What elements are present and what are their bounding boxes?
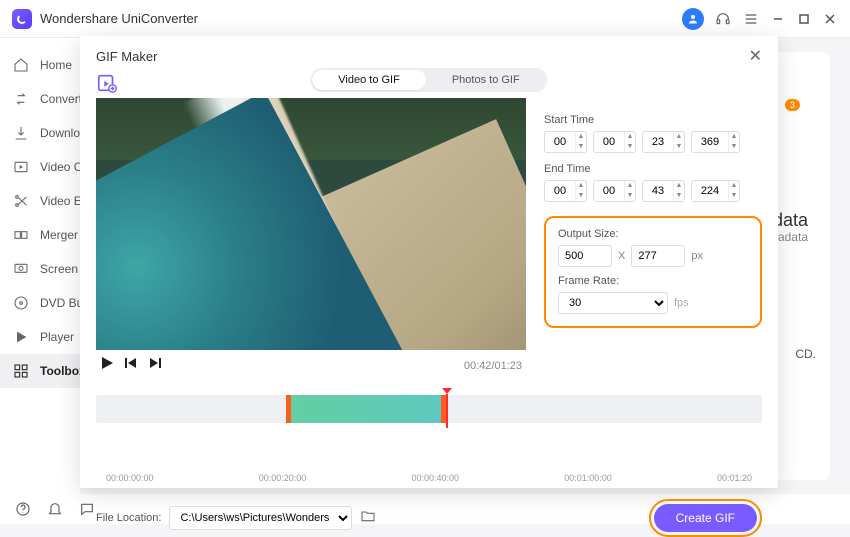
start-minutes-input[interactable]: ▲▼ [593, 131, 636, 153]
sidebar-item-label: Video Compressor [40, 160, 80, 174]
sidebar-item-label: Merger [40, 228, 78, 242]
timeline[interactable] [96, 389, 762, 429]
prev-frame-button[interactable] [124, 356, 138, 375]
next-frame-button[interactable] [148, 356, 162, 375]
modal-close-button[interactable]: ✕ [749, 46, 762, 66]
play-icon [12, 328, 30, 346]
toolbox-icon [12, 362, 30, 380]
end-hours-input[interactable]: ▲▼ [544, 180, 587, 202]
sidebar-item-label: Screen Recorder [40, 262, 80, 276]
sidebar-item-label: Video Editor [40, 194, 80, 208]
output-width-input[interactable] [558, 245, 612, 267]
sidebar-item-compressor[interactable]: Video Compressor [0, 150, 80, 184]
help-icon[interactable] [14, 500, 32, 518]
video-preview[interactable] [96, 98, 526, 350]
disc-icon [12, 294, 30, 312]
modal-tabs: Video to GIF Photos to GIF [310, 68, 547, 92]
end-minutes-input[interactable]: ▲▼ [593, 180, 636, 202]
ruler-tick: 00:00:00:00 [106, 473, 154, 483]
sidebar-item-dvd[interactable]: DVD Burner [0, 286, 80, 320]
app-title: Wondershare UniConverter [40, 11, 682, 26]
file-location-label: File Location: [96, 512, 161, 524]
download-icon [12, 124, 30, 142]
maximize-button[interactable] [796, 11, 812, 27]
create-gif-highlight: Create GIF [649, 499, 762, 537]
ruler-tick: 00:01:20 [717, 473, 752, 483]
gif-maker-modal: GIF Maker ✕ Video to GIF Photos to GIF 0… [80, 36, 778, 488]
sidebar-item-toolbox[interactable]: Toolbox [0, 354, 80, 388]
home-icon [12, 56, 30, 74]
app-logo-icon [12, 9, 32, 29]
output-height-input[interactable] [631, 245, 685, 267]
sidebar-item-label: Player [40, 330, 74, 344]
sidebar-item-downloader[interactable]: Downloader [0, 116, 80, 150]
end-time-label: End Time [544, 163, 762, 175]
ruler-tick: 00:00:40:00 [411, 473, 459, 483]
start-seconds-input[interactable]: ▲▼ [642, 131, 685, 153]
close-button[interactable] [822, 11, 838, 27]
sidebar-item-label: Converter [40, 92, 80, 106]
sidebar-item-home[interactable]: Home [0, 48, 80, 82]
headset-icon[interactable] [714, 10, 732, 28]
ruler-tick: 00:01:00:00 [564, 473, 612, 483]
modal-title: GIF Maker [96, 49, 749, 64]
start-time-label: Start Time [544, 114, 762, 126]
sidebar-item-player[interactable]: Player [0, 320, 80, 354]
end-seconds-input[interactable]: ▲▼ [642, 180, 685, 202]
tab-photos-to-gif[interactable]: Photos to GIF [426, 70, 546, 90]
timeline-range[interactable] [286, 395, 446, 423]
output-settings-highlight: Output Size: X px Frame Rate: 30 fps [544, 216, 762, 328]
play-button[interactable] [100, 356, 114, 375]
timeline-ruler: 00:00:00:00 00:00:20:00 00:00:40:00 00:0… [106, 473, 752, 483]
player-time: 00:42/01:23 [464, 360, 522, 372]
start-ms-input[interactable]: ▲▼ [691, 131, 740, 153]
recorder-icon [12, 260, 30, 278]
ruler-tick: 00:00:20:00 [259, 473, 307, 483]
sidebar-item-merger[interactable]: Merger [0, 218, 80, 252]
tab-video-to-gif[interactable]: Video to GIF [312, 70, 426, 90]
file-location-select[interactable]: C:\Users\ws\Pictures\Wonders [169, 506, 352, 530]
fps-label: fps [674, 297, 689, 309]
create-gif-button[interactable]: Create GIF [654, 504, 757, 532]
end-ms-input[interactable]: ▲▼ [691, 180, 740, 202]
hamburger-menu-icon[interactable] [742, 10, 760, 28]
bell-icon[interactable] [46, 500, 64, 518]
output-size-label: Output Size: [558, 228, 748, 240]
sidebar-item-label: Toolbox [40, 364, 80, 378]
frame-rate-select[interactable]: 30 [558, 292, 668, 314]
start-hours-input[interactable]: ▲▼ [544, 131, 587, 153]
x-separator: X [618, 250, 625, 262]
feedback-icon[interactable] [78, 500, 96, 518]
timeline-playhead[interactable] [442, 388, 452, 394]
sidebar-item-converter[interactable]: Converter [0, 82, 80, 116]
sidebar-item-label: Downloader [40, 126, 80, 140]
open-folder-button[interactable] [360, 508, 376, 529]
minimize-button[interactable] [770, 11, 786, 27]
sidebar: Home Converter Downloader Video Compress… [0, 38, 80, 494]
user-avatar-icon[interactable] [682, 8, 704, 30]
merger-icon [12, 226, 30, 244]
px-label: px [691, 250, 703, 262]
sidebar-item-recorder[interactable]: Screen Recorder [0, 252, 80, 286]
sidebar-item-editor[interactable]: Video Editor [0, 184, 80, 218]
add-file-button[interactable] [96, 72, 120, 96]
converter-icon [12, 90, 30, 108]
frame-rate-label: Frame Rate: [558, 275, 748, 287]
sidebar-item-label: DVD Burner [40, 296, 80, 310]
bg-cd: CD. [795, 347, 816, 361]
player-controls: 00:42/01:23 [96, 350, 526, 381]
scissors-icon [12, 192, 30, 210]
bg-data-title: data [773, 210, 808, 231]
sidebar-item-label: Home [40, 58, 72, 72]
compressor-icon [12, 158, 30, 176]
title-bar: Wondershare UniConverter [0, 0, 850, 38]
